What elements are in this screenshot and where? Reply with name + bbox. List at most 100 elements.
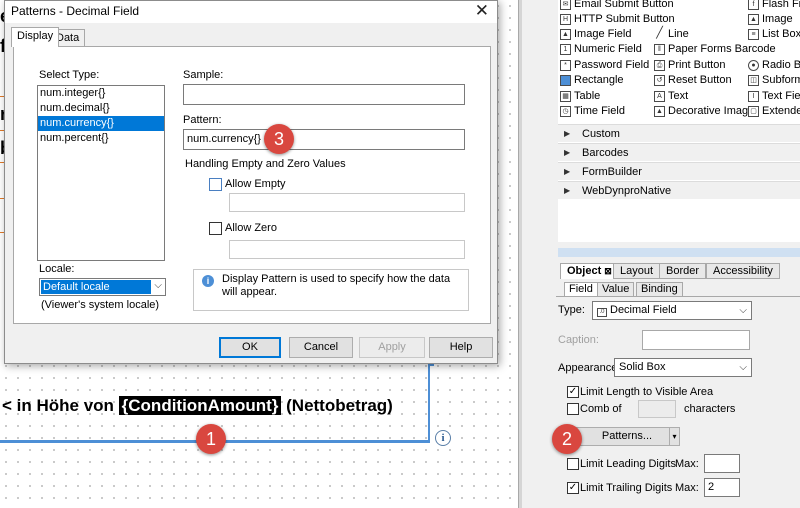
apply-button[interactable]: Apply xyxy=(359,337,425,358)
subtab-binding[interactable]: Binding xyxy=(636,282,683,297)
subtab-field[interactable]: Field xyxy=(564,282,598,297)
tab-border[interactable]: Border xyxy=(659,263,707,279)
type-listbox[interactable]: num.integer{} num.decimal{} num.currency… xyxy=(37,85,165,261)
condition-prefix: < in Höhe von xyxy=(2,396,119,415)
locale-value: Default locale xyxy=(41,280,151,294)
rectangle-icon xyxy=(560,75,571,86)
type-select[interactable]: .0 Decimal Field ⌵ xyxy=(592,301,752,320)
group-formbuilder[interactable]: ▶ FormBuilder xyxy=(558,162,800,180)
allow-empty-checkbox[interactable] xyxy=(209,178,222,191)
subtab-value[interactable]: Value xyxy=(597,282,635,297)
library-item[interactable]: ▲ Image Field xyxy=(560,27,631,42)
chevron-down-icon: ⌵ xyxy=(739,362,747,373)
allow-zero-label: Allow Zero xyxy=(225,222,277,234)
tab-display[interactable]: Display xyxy=(11,27,60,47)
library-item[interactable]: ●Radio Bu xyxy=(748,58,800,73)
library-item[interactable]: ▦ Table xyxy=(560,89,600,104)
info-icon[interactable]: i xyxy=(435,430,451,446)
library-item[interactable]: A Text xyxy=(654,89,688,104)
condition-amount-line[interactable]: < in Höhe von {ConditionAmount} (Nettobe… xyxy=(0,393,393,419)
library-item[interactable]: fFlash Field xyxy=(748,0,800,12)
allow-zero-checkbox[interactable] xyxy=(209,222,222,235)
locale-select[interactable]: Default locale ⌵ xyxy=(39,278,166,296)
close-icon[interactable]: ✕ xyxy=(475,1,489,21)
dialog-titlebar[interactable]: Patterns - Decimal Field ✕ xyxy=(5,1,497,23)
library-item[interactable]: ⎙ Print Button xyxy=(654,58,725,73)
allow-empty-input[interactable] xyxy=(229,193,465,212)
library-item[interactable]: 1 Numeric Field xyxy=(560,42,642,57)
handling-label: Handling Empty and Zero Values xyxy=(185,158,346,170)
allow-zero-input[interactable] xyxy=(229,240,465,259)
patterns-button[interactable]: Patterns... xyxy=(574,427,680,446)
pattern-input[interactable]: num.currency{} xyxy=(183,129,465,150)
table-icon: ▦ xyxy=(560,91,571,102)
select-type-label: Select Type: xyxy=(39,69,100,81)
sample-label: Sample: xyxy=(183,69,224,81)
annotation-badge-1: 1 xyxy=(196,424,226,454)
help-button[interactable]: Help xyxy=(429,337,493,358)
type-label: Type: xyxy=(558,304,585,316)
expand-arrow-icon: ▶ xyxy=(564,129,571,138)
library-item[interactable]: ▢Extended xyxy=(748,104,800,119)
trailing-max-input[interactable]: 2 xyxy=(704,478,740,497)
patterns-dialog: Patterns - Decimal Field ✕ Display Data … xyxy=(4,0,498,364)
library-item[interactable]: * Password Field xyxy=(560,58,649,73)
comb-label: Comb of xyxy=(580,403,622,415)
library-item[interactable]: Rectangle xyxy=(560,73,624,88)
comb-count-input[interactable] xyxy=(638,400,676,418)
expand-arrow-icon: ▶ xyxy=(564,167,571,176)
expand-arrow-icon: ▶ xyxy=(564,186,571,195)
close-icon[interactable]: ⊠ xyxy=(604,266,612,276)
barcode-icon: ‖ xyxy=(654,44,665,55)
list-item[interactable]: num.percent{} xyxy=(38,131,164,146)
limit-leading-checkbox[interactable] xyxy=(567,458,579,470)
library-item[interactable]: H HTTP Submit Button xyxy=(560,12,675,27)
library-item[interactable]: ↺ Reset Button xyxy=(654,73,732,88)
reset-button-icon: ↺ xyxy=(654,75,665,86)
library-scrollbar[interactable] xyxy=(558,248,800,257)
limit-length-checkbox[interactable]: ✓ xyxy=(567,386,579,398)
leading-max-input[interactable] xyxy=(704,454,740,473)
library-item[interactable]: ≡ List Box xyxy=(748,27,800,42)
library-item[interactable]: ‖ Paper Forms Barcode xyxy=(654,42,776,57)
ok-button[interactable]: OK xyxy=(219,337,281,358)
chevron-down-icon: ⌵ xyxy=(739,305,747,316)
limit-trailing-label: Limit Trailing Digits xyxy=(580,482,673,494)
chevron-down-icon: ⌵ xyxy=(154,280,162,291)
library-item[interactable]: ◷ Time Field xyxy=(560,104,625,119)
numeric-field-icon: 1 xyxy=(560,44,571,55)
library-item[interactable]: ╱ Line xyxy=(654,27,689,42)
hint-text: Display Pattern is used to specify how t… xyxy=(222,273,451,298)
http-submit-icon: H xyxy=(560,14,571,25)
list-item[interactable]: num.integer{} xyxy=(38,86,164,101)
image-icon: ▲ xyxy=(748,14,759,25)
library-item[interactable]: ◫ Subform xyxy=(748,73,800,88)
tab-object[interactable]: Object ⊠ xyxy=(560,263,619,279)
tab-accessibility[interactable]: Accessibility xyxy=(706,263,780,279)
caption-input[interactable] xyxy=(642,330,750,350)
annotation-badge-3: 3 xyxy=(264,124,294,154)
group-custom[interactable]: ▶ Custom xyxy=(558,124,800,142)
leading-max-label: Max: xyxy=(675,458,699,470)
group-barcodes[interactable]: ▶ Barcodes xyxy=(558,143,800,161)
locale-label: Locale: xyxy=(39,263,75,275)
group-webdynpronative[interactable]: ▶ WebDynproNative xyxy=(558,181,800,199)
sample-field[interactable] xyxy=(183,84,465,105)
expand-arrow-icon: ▶ xyxy=(564,148,571,157)
appearance-select[interactable]: Solid Box ⌵ xyxy=(614,358,752,377)
library-item[interactable]: IText Field xyxy=(748,89,800,104)
list-item-selected[interactable]: num.currency{} xyxy=(38,116,164,131)
info-icon: i xyxy=(202,275,214,287)
print-button-icon: ⎙ xyxy=(654,60,665,71)
library-item[interactable]: ▲ Image xyxy=(748,12,793,27)
text-field-icon: I xyxy=(748,91,759,102)
cancel-button[interactable]: Cancel xyxy=(289,337,353,358)
patterns-dropdown-arrow-icon[interactable]: ▾ xyxy=(669,427,680,446)
tab-layout[interactable]: Layout xyxy=(613,263,661,279)
comb-checkbox[interactable] xyxy=(567,403,579,415)
limit-trailing-checkbox[interactable]: ✓ xyxy=(567,482,579,494)
library-item[interactable]: ✉ Email Submit Button xyxy=(560,0,674,12)
condition-amount-field[interactable]: {ConditionAmount} xyxy=(118,396,282,415)
list-item[interactable]: num.decimal{} xyxy=(38,101,164,116)
library-item[interactable]: ▲ Decorative Image xyxy=(654,104,754,119)
